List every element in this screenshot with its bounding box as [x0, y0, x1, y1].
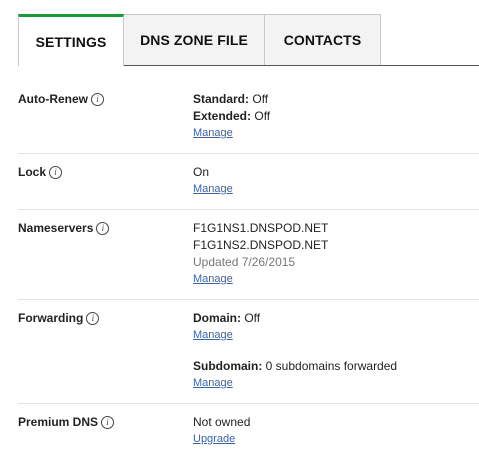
divider [18, 153, 479, 154]
forwarding-subdomain: Subdomain: 0 subdomains forwarded [193, 359, 397, 373]
forwarding-label: Forwarding i [18, 311, 100, 325]
nameservers-manage-link[interactable]: Manage [193, 273, 233, 285]
forwarding-domain-manage-link[interactable]: Manage [193, 329, 233, 341]
tab-settings[interactable]: SETTINGS [18, 14, 124, 66]
extended-value: Off [254, 109, 271, 123]
forwarding-domain: Domain: Off [193, 311, 260, 325]
info-icon[interactable]: i [86, 311, 100, 325]
nameserver-2: F1G1NS2.DNSPOD.NET [193, 238, 329, 252]
auto-renew-manage-link[interactable]: Manage [193, 127, 233, 139]
auto-renew-standard: Standard: Off [193, 92, 268, 106]
extended-key: Extended: [193, 109, 252, 123]
domain-key: Domain: [193, 311, 241, 325]
standard-value: Off [252, 92, 269, 106]
info-icon[interactable]: i [101, 415, 115, 429]
auto-renew-label-text: Auto-Renew [18, 92, 88, 106]
lock-manage-link[interactable]: Manage [193, 183, 233, 195]
premium-dns-label-text: Premium DNS [18, 415, 99, 429]
subdomain-key: Subdomain: [193, 359, 263, 373]
auto-renew-extended: Extended: Off [193, 109, 270, 123]
nameservers-updated: Updated 7/26/2015 [193, 255, 296, 269]
premium-dns-label: Premium DNS i [18, 415, 115, 429]
standard-key: Standard: [193, 92, 250, 106]
tab-bar: SETTINGS DNS ZONE FILE CONTACTS [0, 0, 479, 66]
domain-value: Off [244, 311, 261, 325]
forwarding-subdomain-manage-link[interactable]: Manage [193, 377, 233, 389]
nameservers-label-text: Nameservers [18, 221, 94, 235]
auto-renew-label: Auto-Renew i [18, 92, 104, 106]
lock-label-text: Lock [18, 165, 47, 179]
lock-label: Lock i [18, 165, 63, 179]
forwarding-label-text: Forwarding [18, 311, 84, 325]
nameserver-1: F1G1NS1.DNSPOD.NET [193, 221, 329, 235]
divider [18, 209, 479, 210]
nameservers-label: Nameservers i [18, 221, 110, 235]
info-icon[interactable]: i [49, 165, 63, 179]
lock-value: On [193, 165, 210, 179]
tab-dns-zone-file[interactable]: DNS ZONE FILE [123, 14, 265, 65]
premium-dns-upgrade-link[interactable]: Upgrade [193, 433, 235, 445]
tab-contacts[interactable]: CONTACTS [264, 14, 381, 65]
divider [18, 403, 479, 404]
divider [18, 299, 479, 300]
subdomain-value: 0 subdomains forwarded [265, 359, 398, 373]
info-icon[interactable]: i [91, 92, 104, 106]
info-icon[interactable]: i [96, 221, 110, 235]
premium-dns-value: Not owned [193, 415, 251, 429]
